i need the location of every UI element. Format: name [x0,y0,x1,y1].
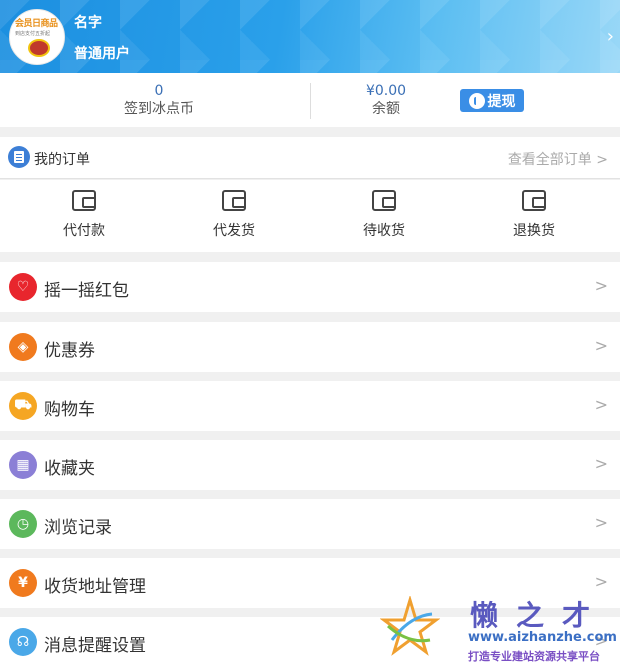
avatar[interactable]: 会员日商品 到店支付五折起 [9,9,65,65]
grid-icon: ▦ [9,451,37,479]
avatar-logo-icon [28,39,50,57]
wallet-icon [522,190,546,211]
orders-header[interactable]: 我的订单 查看全部订单 > [0,137,620,179]
money-value: ¥0.00 [365,83,407,99]
menu-label: 消息提醒设置 [44,636,146,656]
order-pending-payment[interactable]: 代付款 [34,190,134,240]
menu-label: 摇一摇红包 [44,281,129,301]
order-returns[interactable]: 退换货 [484,190,584,240]
wallet-icon [72,190,96,211]
watermark-url: www.aizhanzhe.com [468,630,617,645]
order-pending-shipment[interactable]: 代发货 [184,190,284,240]
order-pending-receipt[interactable]: 待收货 [334,190,434,240]
withdraw-button[interactable]: 提现 [460,89,524,112]
order-status-label: 待收货 [363,223,405,239]
cart-icon: ⛟ [9,392,37,420]
menu-label: 浏览记录 [44,518,112,538]
points-value: 0 [154,83,164,99]
menu-label: 收货地址管理 [44,577,146,597]
menu-shake-red-packet[interactable]: ♡ 摇一摇红包 > [0,262,620,312]
withdraw-label: 提现 [487,93,516,110]
menu-label: 收藏夹 [44,459,95,479]
view-all-orders-link[interactable]: 查看全部订单 > [508,149,608,169]
headset-icon: ☊ [9,628,37,656]
menu-favorites[interactable]: ▦ 收藏夹 > [0,440,620,490]
withdraw-icon [468,92,485,109]
chevron-right-icon[interactable]: › [607,26,614,47]
watermark-slogan: 打造专业建站资源共享平台 [468,650,600,663]
balance-section: 0 签到冰点币 ¥0.00 余额 提现 [0,73,620,127]
menu-browse-history[interactable]: ◷ 浏览记录 > [0,499,620,549]
yen-icon: ¥ [9,569,37,597]
points-block[interactable]: 0 签到冰点币 [69,82,249,118]
orders-title: 我的订单 [34,152,90,168]
money-block[interactable]: ¥0.00 余额 [296,82,476,118]
chevron-right-icon: > [594,513,608,532]
avatar-logo-text: 会员日商品 [15,19,58,29]
avatar-logo-subtext: 到店支付五折起 [15,31,51,37]
tag-icon: ◈ [9,333,37,361]
order-status-label: 代付款 [63,223,105,239]
watermark: 懒之才 www.aizhanzhe.com 打造专业建站资源共享平台 [380,592,620,667]
chevron-right-icon: > [594,572,608,591]
order-list-icon [8,146,30,168]
order-status-row: 代付款 代发货 待收货 退换货 [0,180,620,252]
heart-icon: ♡ [9,273,37,301]
menu-label: 优惠券 [44,341,95,361]
chevron-right-icon: > [594,336,608,355]
username: 名字 [74,15,102,31]
watermark-star-logo [380,596,440,656]
wallet-icon [222,190,246,211]
order-status-label: 退换货 [513,223,555,239]
watermark-brand: 懒之才 [470,599,609,632]
chevron-right-icon: > [594,276,608,295]
points-label: 签到冰点币 [124,101,194,117]
menu-label: 购物车 [44,400,95,420]
order-status-label: 代发货 [213,223,255,239]
chevron-right-icon: > [594,395,608,414]
clock-icon: ◷ [9,510,37,538]
profile-header[interactable]: 会员日商品 到店支付五折起 名字 普通用户 › [0,0,620,73]
menu-coupons[interactable]: ◈ 优惠券 > [0,322,620,372]
user-level: 普通用户 [74,46,130,62]
wallet-icon [372,190,396,211]
money-label: 余额 [372,101,400,117]
menu-cart[interactable]: ⛟ 购物车 > [0,381,620,431]
chevron-right-icon: > [594,454,608,473]
